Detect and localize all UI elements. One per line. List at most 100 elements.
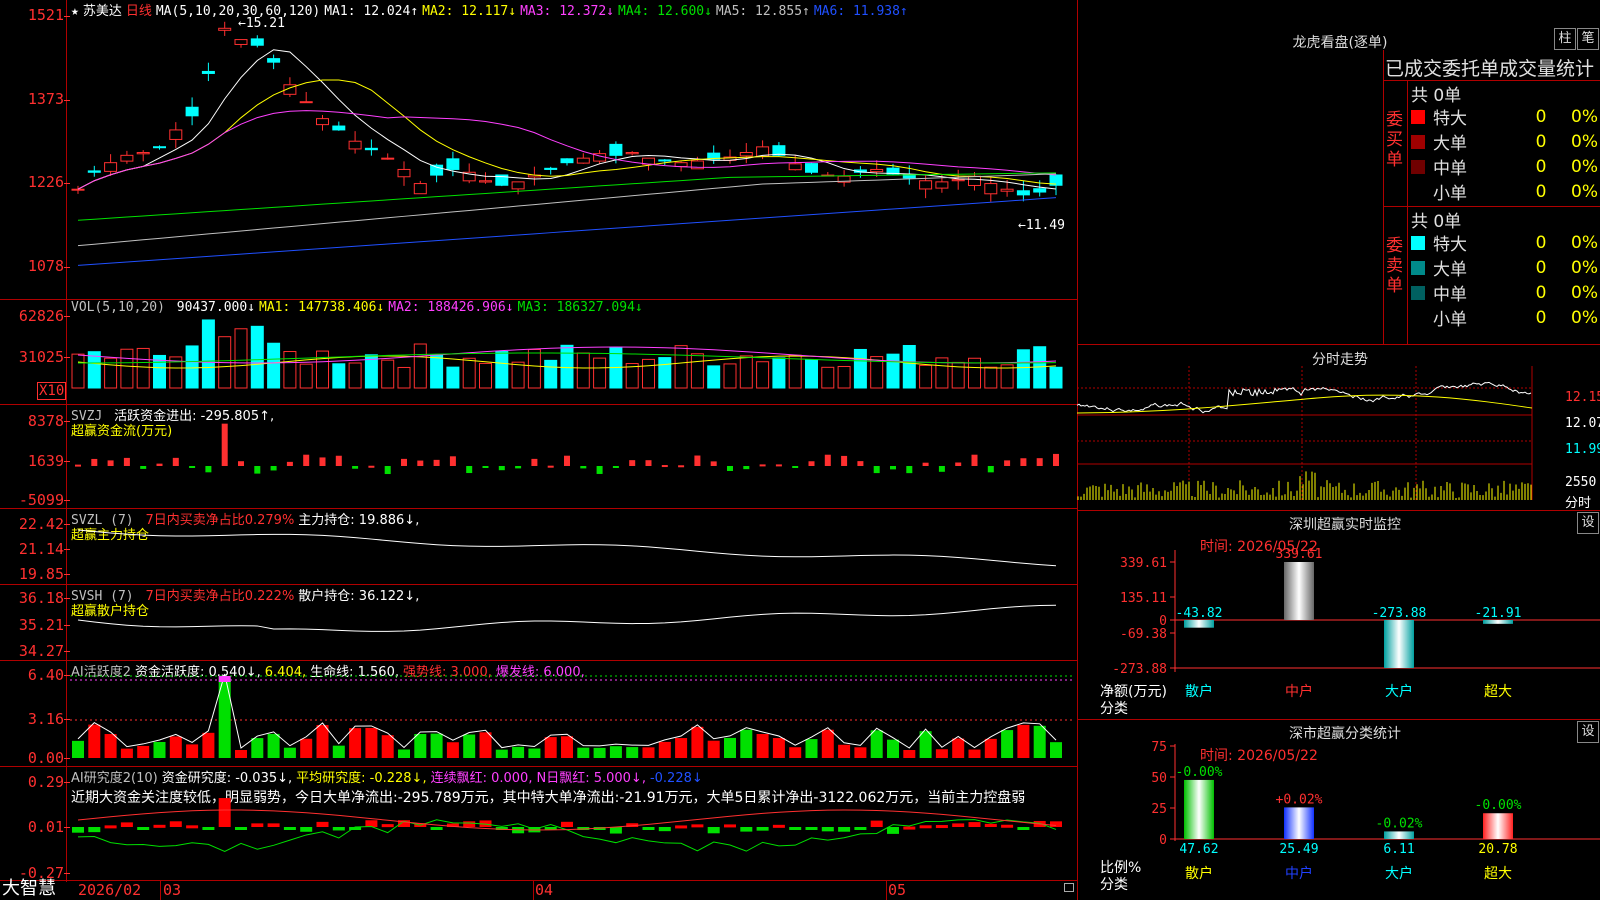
flow-bar [580,466,587,469]
flow-bar [824,454,831,466]
research-bar [935,825,948,829]
monitor-bar-label: 339.61 [1276,547,1323,562]
classify-y-tick: 75 [1151,740,1167,755]
research-bar [968,822,981,827]
retail-hold-line [77,604,1057,632]
lock-icon[interactable] [1064,883,1074,892]
volume-bar [919,364,933,389]
order-cell [1409,129,1431,154]
research-bar [952,823,965,827]
research-bar [72,827,84,833]
sell-side-label: 委卖单 [1386,236,1403,296]
x-label-feb: 2026/02 [78,881,142,899]
color-swatch [1411,134,1425,149]
activity-bar [414,733,427,758]
candle-body [576,157,590,164]
activity-bar [137,745,150,758]
bar-mode-button[interactable]: 柱 [1554,28,1576,50]
volume-bar [984,366,998,389]
monitor-bar-label: -273.88 [1372,606,1427,621]
candle-body [348,140,362,150]
research-bar [821,827,834,832]
research-bar [120,822,133,827]
research-bar [202,827,215,830]
flow-bar [792,466,799,468]
activity-bar [544,737,557,758]
activity-bar [446,742,459,758]
orderbook-tabs[interactable]: 已成交委托单成交量统计 [1385,54,1600,81]
volume-bar [87,351,101,389]
order-cell: 大单 [1433,134,1467,154]
research-bar [169,821,182,827]
candle-body [381,157,395,160]
classify-change-label: +0.02% [1276,792,1323,807]
order-row: 特大 0 0% [1409,230,1600,255]
research-bar [691,824,704,828]
flow-bar [91,458,98,466]
volume-bar [788,354,802,389]
x-label-apr: 04 [535,881,554,899]
research-bar [919,825,932,829]
activity-bar [724,737,736,758]
app-name[interactable]: 大智慧 [2,879,56,899]
chart-area[interactable]: ★ 苏美达 日线 MA(5,10,20,30,60,120) MA1: 12.024↑ M… [0,0,1077,900]
flow-bar [352,466,359,469]
volume-bar [446,366,460,389]
volume-bar [495,351,509,389]
chart-svg[interactable]: ←15.21 ←11.49 [0,0,1077,900]
classify-change-label: -0.00% [1176,765,1223,780]
activity-bar [512,746,525,758]
classify-value-label: 20.78 [1478,842,1517,857]
activity-bar [332,745,345,758]
research-bar [88,827,101,833]
research-bar [903,826,916,830]
flow-bar [906,466,913,474]
order-cell [1409,230,1431,255]
intraday-chart[interactable] [1077,366,1600,510]
order-cell: 0% [1571,307,1598,328]
order-cell: 0% [1571,257,1598,278]
monitor-category: 超大 [1484,684,1512,700]
price-line [1077,381,1532,414]
flow-bar [417,460,424,466]
flow-bar [759,464,766,467]
research-bar [218,798,231,827]
flow-bar [401,458,407,466]
classify-category: 超大 [1484,866,1512,882]
volume-bar [201,319,215,389]
order-cell: 小单 [1433,310,1467,330]
activity-bar [365,727,378,758]
research-bar [870,820,883,827]
flow-bar [172,457,179,466]
order-cell: 0% [1571,156,1598,177]
volume-bar [316,350,329,389]
classify-bar [1184,779,1214,839]
activity-bar [398,749,410,758]
flow-bar [743,466,750,470]
activity-bar [968,749,981,758]
research-bar [251,823,264,827]
tick-mode-button[interactable]: 笔 [1577,28,1599,50]
order-cell [1409,305,1431,330]
color-swatch [1411,260,1425,275]
candle-body [951,179,965,182]
order-cell: 特大 [1433,109,1467,129]
flow-bar [987,466,994,473]
flow-bar [596,466,603,474]
avg-price-line [1077,394,1533,414]
classify-category: 散户 [1185,865,1213,882]
volume-bar [234,328,248,389]
intraday-tick: 12.15 [1565,390,1600,405]
volume-bar [560,344,574,389]
flow-bar [873,466,880,474]
monitor-category: 大户 [1385,683,1413,700]
volume-bar [544,359,558,389]
research-bar [332,827,345,831]
orderbook-title: 龙虎看盘(逐单) [1292,35,1388,51]
order-cell: 0 [1535,307,1547,328]
research-bar [854,827,867,830]
research-bar [707,827,720,834]
flow-bar [564,455,570,466]
buy-side-label: 委买单 [1386,110,1403,170]
flow-bar [449,456,456,466]
